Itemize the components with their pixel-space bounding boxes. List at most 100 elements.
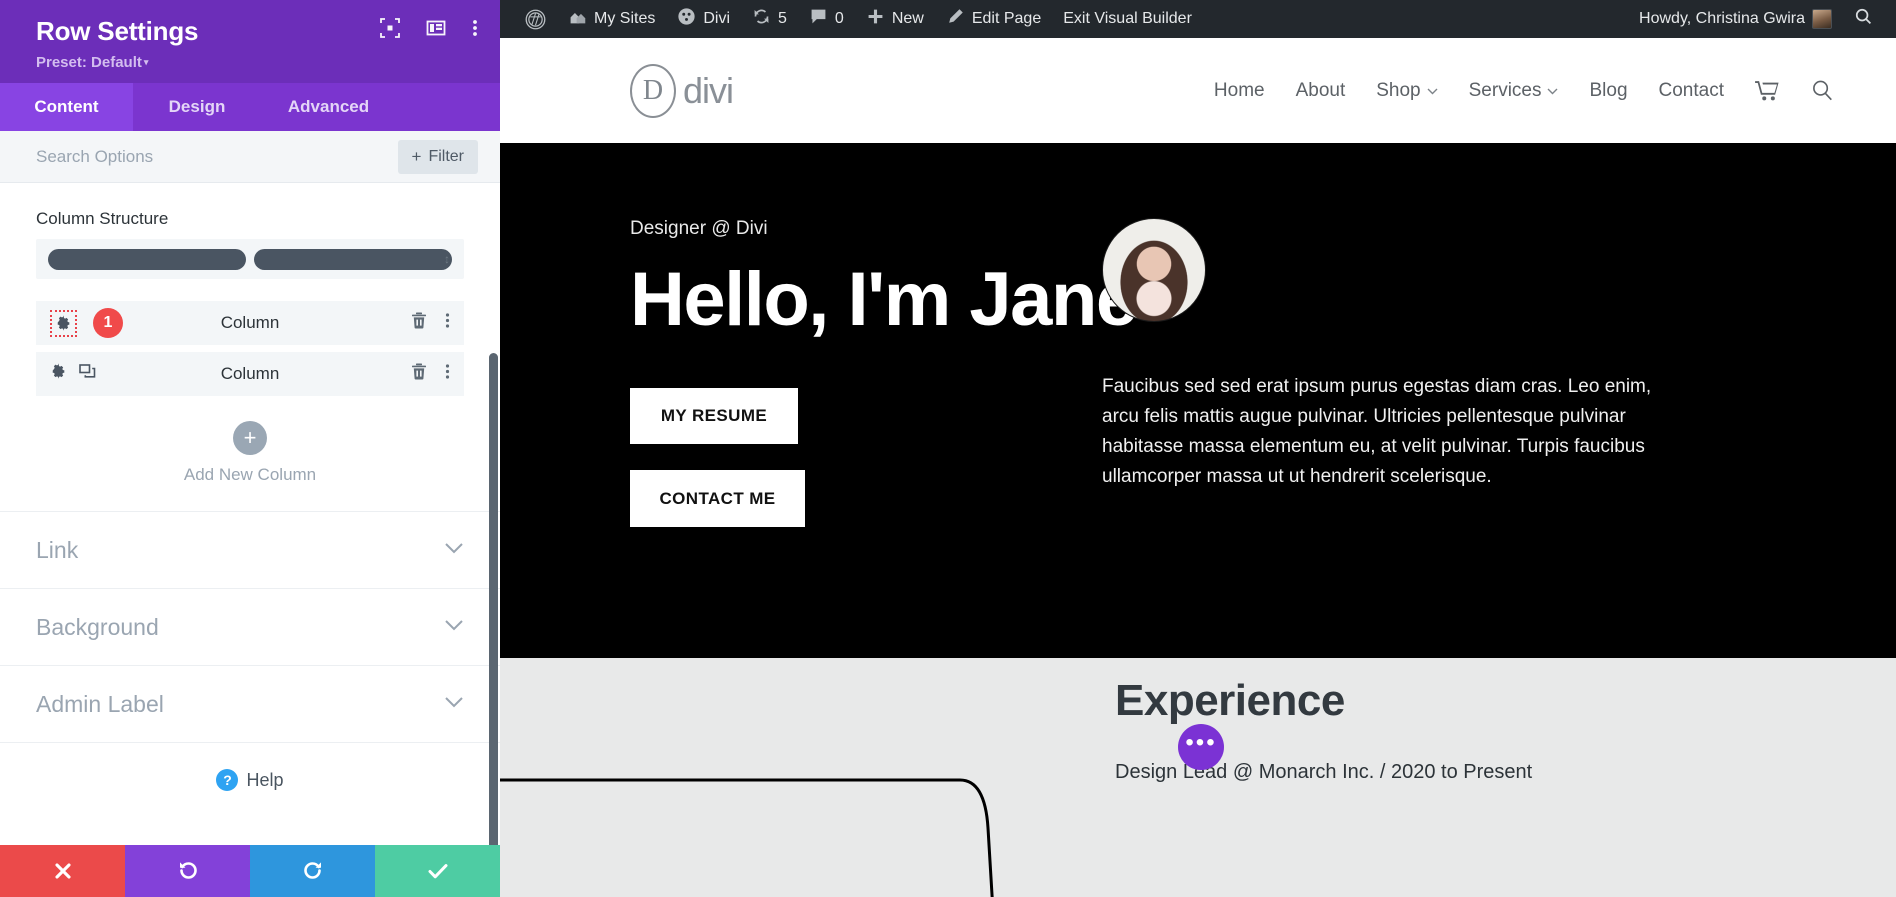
divi-icon xyxy=(677,7,696,31)
plus-icon: + xyxy=(233,421,267,455)
accordion-link[interactable]: Link xyxy=(0,512,500,589)
howdy-menu[interactable]: Howdy, Christina Gwira xyxy=(1628,0,1843,38)
sites-icon xyxy=(568,7,587,31)
tab-design[interactable]: Design xyxy=(133,83,261,131)
accordion-background[interactable]: Background xyxy=(0,589,500,666)
list-item-label: Column xyxy=(36,364,464,384)
filter-button[interactable]: + Filter xyxy=(398,140,479,174)
comments-menu[interactable]: 0 xyxy=(798,0,855,38)
site-search-icon[interactable] xyxy=(1811,79,1834,102)
nav-item-label: Home xyxy=(1214,80,1265,102)
gear-icon[interactable] xyxy=(50,310,77,337)
table-row[interactable]: 1 Column xyxy=(36,301,464,345)
search-icon xyxy=(1854,7,1873,31)
preset-selector[interactable]: Preset: Default▾ xyxy=(36,54,464,71)
add-new-column-button[interactable]: + Add New Column xyxy=(0,403,500,511)
panel-header-icons xyxy=(380,18,478,43)
admin-search-button[interactable] xyxy=(1843,0,1884,38)
search-bar: + Filter xyxy=(0,131,500,183)
contact-me-button[interactable]: CONTACT ME xyxy=(630,470,805,527)
wordpress-admin-bar: My Sites Divi 5 xyxy=(500,0,1896,38)
row-left-icons xyxy=(50,363,96,385)
panel-scrollbar[interactable] xyxy=(489,353,498,897)
accordion-admin-label[interactable]: Admin Label xyxy=(0,666,500,743)
my-sites-menu[interactable]: My Sites xyxy=(557,0,666,38)
updates-icon xyxy=(752,7,771,31)
question-mark-icon: ? xyxy=(216,769,238,791)
structure-bar-1 xyxy=(48,249,246,270)
help-label: Help xyxy=(246,770,283,791)
panel-body: Column Structure ↕ 1 Column xyxy=(0,183,500,897)
trash-icon[interactable] xyxy=(411,312,427,334)
comments-count: 0 xyxy=(835,11,844,27)
chevron-down-icon xyxy=(1427,84,1438,98)
kebab-menu-icon[interactable] xyxy=(472,18,478,43)
nav-item-blog[interactable]: Blog xyxy=(1589,80,1627,102)
accordion-admin-label-label: Admin Label xyxy=(36,691,164,718)
new-menu[interactable]: New xyxy=(855,0,935,38)
exit-visual-builder-button[interactable]: Exit Visual Builder xyxy=(1052,0,1203,38)
edit-page-menu[interactable]: Edit Page xyxy=(935,0,1052,38)
trash-icon[interactable] xyxy=(411,363,427,385)
hero-right-column: Faucibus sed sed erat ipsum purus egesta… xyxy=(1102,218,1662,492)
chevron-down-icon xyxy=(444,695,464,713)
column-structure-preview[interactable]: ↕ xyxy=(36,239,464,279)
updates-menu[interactable]: 5 xyxy=(741,0,798,38)
experience-content: Experience ••• Design Lead @ Monarch Inc… xyxy=(1115,676,1532,784)
my-resume-button[interactable]: MY RESUME xyxy=(630,388,798,444)
reorder-icon[interactable]: ↕ xyxy=(444,253,450,265)
experience-entry: Design Lead @ Monarch Inc. / 2020 to Pre… xyxy=(1115,761,1532,784)
status-badge: 1 xyxy=(93,308,123,338)
search-input[interactable] xyxy=(36,147,388,167)
responsive-view-icon[interactable] xyxy=(426,18,446,43)
updates-count: 5 xyxy=(778,11,787,27)
divi-menu[interactable]: Divi xyxy=(666,0,741,38)
preset-label: Preset: Default xyxy=(36,54,142,71)
nav-item-services[interactable]: Services xyxy=(1469,80,1559,102)
main-navigation: Home About Shop Services Blog Contact xyxy=(1214,79,1834,102)
shopping-cart-icon[interactable] xyxy=(1755,80,1780,101)
chevron-down-icon xyxy=(444,618,464,636)
row-right-icons xyxy=(411,312,450,334)
divi-logo[interactable]: D divi xyxy=(630,64,733,118)
tab-content[interactable]: Content xyxy=(0,83,133,131)
decorative-curve-shape xyxy=(500,528,1000,897)
site-header: D divi Home About Shop Services Blog Con… xyxy=(500,38,1896,143)
redo-button[interactable] xyxy=(250,845,375,897)
table-row[interactable]: Column xyxy=(36,352,464,396)
panel-tabs: Content Design Advanced xyxy=(0,83,500,131)
chevron-down-icon: ▾ xyxy=(144,57,149,67)
nav-item-label: Contact xyxy=(1659,80,1724,102)
row-settings-panel: Row Settings Preset: Default▾ xyxy=(0,0,500,897)
focus-frame-icon[interactable] xyxy=(380,18,400,43)
tab-advanced[interactable]: Advanced xyxy=(261,83,396,131)
undo-button[interactable] xyxy=(125,845,250,897)
wordpress-logo-icon[interactable] xyxy=(514,0,557,38)
kebab-menu-icon[interactable] xyxy=(445,312,450,334)
chevron-down-icon xyxy=(1547,84,1558,98)
row-left-icons: 1 xyxy=(50,308,123,338)
kebab-menu-icon[interactable] xyxy=(445,363,450,385)
column-list: 1 Column xyxy=(36,301,464,396)
panel-footer xyxy=(0,845,500,897)
more-options-button[interactable]: ••• xyxy=(1178,724,1224,770)
nav-item-shop[interactable]: Shop xyxy=(1376,80,1437,102)
duplicate-icon[interactable] xyxy=(79,364,96,385)
experience-section: Experience ••• Design Lead @ Monarch Inc… xyxy=(500,658,1896,897)
nav-item-label: Blog xyxy=(1589,80,1627,102)
add-new-column-label: Add New Column xyxy=(0,465,500,485)
cancel-button[interactable] xyxy=(0,845,125,897)
accordion-link-label: Link xyxy=(36,537,78,564)
page-preview: My Sites Divi 5 xyxy=(500,0,1896,897)
comments-icon xyxy=(809,7,828,31)
gear-icon[interactable] xyxy=(50,363,67,385)
help-button[interactable]: ? Help xyxy=(0,743,500,791)
howdy-label: Howdy, Christina Gwira xyxy=(1639,11,1805,27)
nav-item-contact[interactable]: Contact xyxy=(1659,80,1724,102)
nav-item-home[interactable]: Home xyxy=(1214,80,1265,102)
save-button[interactable] xyxy=(375,845,500,897)
divi-label: Divi xyxy=(703,11,730,27)
row-right-icons xyxy=(411,363,450,385)
nav-item-about[interactable]: About xyxy=(1296,80,1346,102)
filter-button-label: Filter xyxy=(428,148,464,166)
